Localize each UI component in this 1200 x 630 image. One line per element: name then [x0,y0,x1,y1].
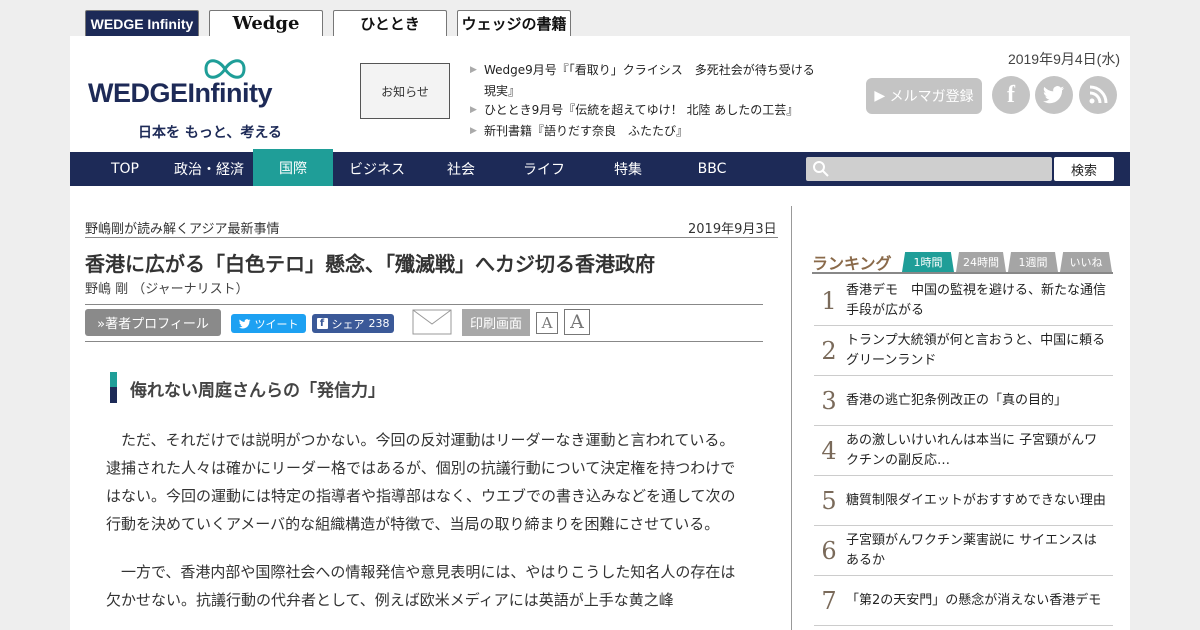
play-icon: ▶ [874,88,890,104]
site-tab-wedge[interactable]: Wedge [209,10,323,36]
rank-title[interactable]: 「第2の天安門」の懸念が消えない香港デモ [844,591,1106,611]
article-author: 野嶋 剛 （ジャーナリスト） [85,282,249,297]
ranking-list: 1 香港デモ 中国の監視を避ける、新たな通信手段が広がる 2 トランプ大統領が何と言… [814,276,1113,626]
ranking-tab-24h[interactable]: 24時間 [956,252,1006,272]
ranking-item[interactable]: 1 香港デモ 中国の監視を避ける、新たな通信手段が広がる [814,276,1113,326]
rank-title[interactable]: 香港の逃亡犯条例改正の「真の目的」 [844,391,1106,411]
site-logo[interactable]: WEDGEInfinity 日本を もっと、考える [88,54,318,141]
main-nav: TOP 政治・経済 国際 ビジネス 社会 ライフ 特集 BBC 検索 [70,149,1130,186]
series-title[interactable]: 野嶋剛が読み解くアジア最新事情 [85,218,279,237]
divider [85,341,763,342]
share-count: 238 [368,317,390,330]
nav-society[interactable]: 社会 [421,152,501,186]
ranking-item[interactable]: 3 香港の逃亡犯条例改正の「真の目的」 [814,376,1113,426]
newsletter-button[interactable]: ▶ メルマガ登録 [866,78,982,114]
rank-title[interactable]: 糖質制限ダイエットがおすすめできない理由 [844,491,1106,511]
notice-label: お知らせ [360,63,450,119]
rank-number: 2 [821,336,837,365]
rank-title[interactable]: 香港デモ 中国の監視を避ける、新たな通信手段が広がる [844,281,1106,321]
rank-number: 6 [821,536,837,565]
site-tab-hitotoki[interactable]: ひととき [333,10,447,36]
facebook-icon[interactable]: f [992,76,1030,114]
site-tab-wedge-infinity[interactable]: WEDGE Infinity [85,10,199,36]
current-date: 2019年9月4日(水) [1007,51,1120,67]
nav-top[interactable]: TOP [85,152,165,186]
rank-title[interactable]: 子宮頸がんワクチン薬害説に サイエンスはあるか [844,531,1106,571]
ranking-tab-1w[interactable]: 1週間 [1008,252,1058,272]
nav-international[interactable]: 国際 [253,149,333,186]
rank-number: 3 [821,386,837,415]
ranking-item[interactable]: 7 「第2の天安門」の懸念が消えない香港デモ [814,576,1113,626]
mail-icon[interactable] [412,309,452,335]
nav-features[interactable]: 特集 [588,152,668,186]
rss-icon[interactable] [1079,76,1117,114]
logo-wordmark: WEDGEInfinity [88,78,273,108]
article-body: ただ、それだけでは説明がつかない。今回の反対運動はリーダーなき運動と言われている… [106,426,748,630]
author-profile-button[interactable]: »著者プロフィール [85,309,221,336]
rank-title[interactable]: あの激しいけいれんは本当に 子宮頸がんワクチンの副反応… [844,431,1106,471]
ranking-item[interactable]: 5 糖質制限ダイエットがおすすめできない理由 [814,476,1113,526]
tweet-button[interactable]: ツイート [231,314,306,333]
ranking-item[interactable]: 2 トランプ大統領が何と言おうと、中国に頼るグリーンランド [814,326,1113,376]
nav-business[interactable]: ビジネス [337,152,417,186]
logo-tagline: 日本を もっと、考える [138,125,282,141]
ranking-item[interactable]: 6 子宮頸がんワクチン薬害説に サイエンスはあるか [814,526,1113,576]
search-button[interactable]: 検索 [1054,157,1114,181]
ranking-tab-likes[interactable]: いいね [1060,252,1112,272]
nav-politics-economy[interactable]: 政治・経済 [169,152,249,186]
ranking-heading: ランキング [812,254,892,273]
heading-accent-bar [110,372,117,403]
print-button[interactable]: 印刷画面 [462,309,530,336]
news-item[interactable]: Wedge9月号『「看取り」クライシス 多死社会が待ち受ける現実』 [470,60,815,100]
rank-number: 7 [821,586,837,615]
divider [85,304,763,305]
page: WEDGEInfinity 日本を もっと、考える お知らせ Wedge9月号『… [70,36,1130,630]
article-title: 香港に広がる「白色テロ」懸念、「殲滅戦」へカジ切る香港政府 [85,252,655,276]
divider [812,272,1113,274]
paragraph: 一方で、香港内部や国際社会への情報発信や意見表明には、やはりこうした知名人の存在… [106,563,736,609]
rank-title[interactable]: トランプ大統領が何と言おうと、中国に頼るグリーンランド [844,331,1106,371]
search-input[interactable] [806,157,1052,181]
nav-life[interactable]: ライフ [504,152,584,186]
article-date: 2019年9月3日 [688,222,777,237]
section-heading: 侮れない周庭さんらの「発信力」 [130,381,385,401]
facebook-icon: f [316,318,328,329]
twitter-bird-icon [238,318,250,328]
rank-number: 4 [821,436,837,465]
rank-number: 1 [821,286,837,315]
news-item[interactable]: 新刊書籍『語りだす奈良 ふたたび』 [470,121,815,142]
facebook-share-button[interactable]: f シェア 238 [312,314,394,333]
site-tabs: WEDGE Infinity Wedge ひととき ウェッジの書籍 [85,10,571,36]
search-icon [813,161,829,177]
rank-number: 5 [821,486,837,515]
ranking-tab-1h[interactable]: 1時間 [902,252,954,272]
paragraph: ただ、それだけでは説明がつかない。今回の反対運動はリーダーなき運動と言われている… [106,431,736,533]
news-item[interactable]: ひととき9月号『伝統を超えてゆけ！ 北陸 あしたの工芸』 [470,100,815,121]
font-size-large-button[interactable]: A [564,309,590,335]
nav-bbc[interactable]: BBC [672,152,752,186]
twitter-icon[interactable] [1035,76,1073,114]
column-divider [791,206,792,630]
font-size-small-button[interactable]: A [536,312,558,334]
ranking-item[interactable]: 4 あの激しいけいれんは本当に 子宮頸がんワクチンの副反応… [814,426,1113,476]
news-list: Wedge9月号『「看取り」クライシス 多死社会が待ち受ける現実』 ひととき9月… [470,60,815,142]
site-tab-books[interactable]: ウェッジの書籍 [457,10,571,36]
divider [85,237,778,238]
